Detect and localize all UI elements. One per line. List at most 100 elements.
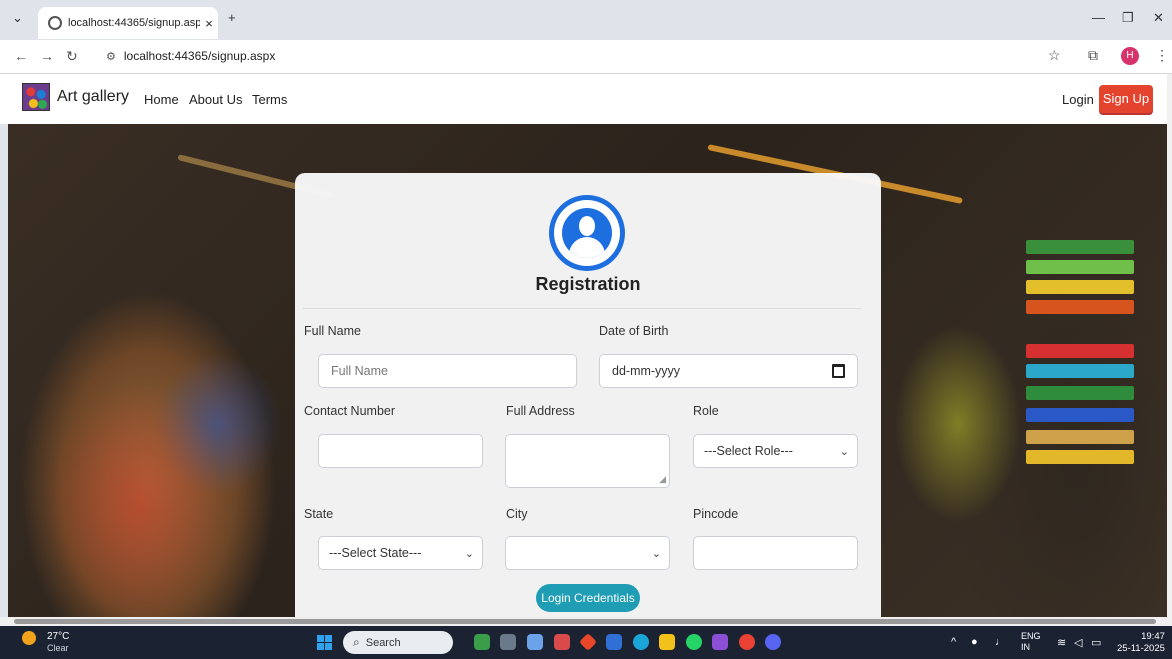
signup-button[interactable]: Sign Up [1099,85,1153,113]
clock-time: 19:47 [1141,631,1165,642]
widgets-icon[interactable] [474,634,490,650]
mcafee-icon[interactable] [554,634,570,650]
paint-stripe [1026,364,1134,378]
region-code: IN [1021,642,1030,652]
login-credentials-button[interactable]: Login Credentials [536,584,640,612]
pincode-label: Pincode [693,507,739,521]
nav-terms-link[interactable]: Terms [252,92,287,107]
url-field[interactable]: ⚙ localhost:44365/signup.aspx [100,44,1040,68]
paint-stripe [1026,260,1134,274]
brand-name[interactable]: Art gallery [57,88,129,106]
dob-field[interactable]: dd-mm-yyyy [599,354,858,388]
paint-stripe [1026,430,1134,444]
forward-icon[interactable]: → [40,48,54,64]
minimize-icon[interactable]: — [1092,10,1105,25]
language-code: ENG [1021,631,1041,641]
show-hidden-icons-icon[interactable]: ^ [951,636,956,648]
city-select[interactable]: ⌄ [505,536,670,570]
full-address-field[interactable]: ◢ [505,434,670,488]
browser-tab[interactable]: localhost:44365/signup.aspx × [38,7,218,39]
edge-icon[interactable] [633,634,649,650]
city-label: City [506,507,528,521]
tab-close-icon[interactable]: × [200,16,218,31]
dob-label: Date of Birth [599,324,669,338]
language-indicator[interactable]: ENG IN [1021,631,1041,653]
system-clock[interactable]: 19:47 25-11-2025 [1117,631,1165,655]
microphone-icon[interactable]: ♩ [995,636,1006,648]
horizontal-scrollbar[interactable] [0,617,1172,626]
calendar-icon[interactable] [832,364,845,378]
pincode-field[interactable] [693,536,858,570]
nav-home-link[interactable]: Home [144,92,179,107]
clock-date: 25-11-2025 [1117,643,1165,654]
state-select[interactable]: ---Select State--- ⌄ [318,536,483,570]
contact-number-label: Contact Number [304,404,396,418]
full-name-input[interactable] [319,355,576,387]
weather-desc: Clear [47,643,69,653]
registration-card: Registration Full Name Date of Birth dd-… [295,173,881,619]
file-explorer-icon[interactable] [659,634,675,650]
weather-temp[interactable]: 27°C [47,631,69,642]
bookmark-star-icon[interactable]: ☆ [1048,47,1061,64]
store-icon[interactable] [606,634,622,650]
user-profile-icon [549,195,625,271]
tab-search-chevron-icon[interactable]: ⌄ [12,10,23,26]
volume-icon[interactable]: ◁ [1074,636,1082,649]
extensions-icon[interactable]: ⧉ [1088,47,1098,64]
reload-icon[interactable]: ↻ [66,48,78,65]
taskbar-search[interactable]: ⌕ Search [343,631,453,654]
close-window-icon[interactable]: ✕ [1153,10,1164,26]
paint-stripe [1026,240,1134,254]
state-selected-value: ---Select State--- [329,546,422,560]
browser-menu-icon[interactable]: ⋮ [1155,47,1169,64]
whatsapp-icon[interactable] [686,634,702,650]
login-link[interactable]: Login [1062,92,1094,107]
copilot-icon[interactable] [527,634,543,650]
profile-avatar[interactable]: H [1121,47,1139,65]
paint-stripe [1026,408,1134,422]
full-name-label: Full Name [304,324,361,338]
back-icon[interactable]: ← [14,48,28,64]
state-label: State [304,507,334,521]
task-view-icon[interactable] [500,634,516,650]
site-navbar: Art gallery Home About Us Terms Login Si… [0,74,1172,124]
vertical-scrollbar[interactable] [1167,74,1172,617]
paint-stripe [1026,450,1134,464]
git-icon[interactable] [578,632,598,652]
title-divider [303,308,861,309]
role-label: Role [693,404,719,418]
chevron-down-icon: ⌄ [651,547,661,560]
art-gallery-logo[interactable] [22,83,50,111]
paint-stripe [1026,300,1134,314]
restore-icon[interactable]: ❐ [1122,10,1134,26]
battery-icon[interactable]: ▭ [1091,636,1101,649]
discord-icon[interactable] [765,634,781,650]
pincode-input[interactable] [694,537,857,569]
full-address-label: Full Address [506,404,575,418]
chrome-icon[interactable] [739,634,755,650]
tray-app-icon[interactable]: ● [971,636,978,648]
scrollbar-thumb[interactable] [14,619,1156,624]
paint-stripe [1026,386,1134,400]
paint-stripe [1026,280,1134,294]
paint-stripe [1026,344,1134,358]
weather-moon-icon[interactable] [22,631,36,645]
chevron-down-icon: ⌄ [464,547,474,560]
nav-about-link[interactable]: About Us [189,92,242,107]
start-windows-icon[interactable] [317,635,332,650]
role-select[interactable]: ---Select Role--- ⌄ [693,434,858,468]
registration-title: Registration [535,274,641,294]
full-name-field[interactable] [318,354,577,388]
site-info-icon[interactable]: ⚙ [106,50,116,63]
windows-taskbar: 27°C Clear ⌕ Search ^ ● ♩ ENG IN ≋ ◁ ▭ 1… [0,626,1172,659]
tab-title: localhost:44365/signup.aspx [68,17,200,29]
new-tab-icon[interactable]: + [228,10,236,25]
contact-number-field[interactable] [318,434,483,468]
visual-studio-icon[interactable] [712,634,728,650]
textarea-resize-handle[interactable]: ◢ [659,474,666,485]
address-bar-row: ← → ↻ ⚙ localhost:44365/signup.aspx ☆ ⧉ … [0,40,1172,74]
wifi-icon[interactable]: ≋ [1057,636,1066,649]
contact-number-input[interactable] [319,435,482,467]
browser-tab-strip: ⌄ localhost:44365/signup.aspx × + — ❐ ✕ [0,0,1172,40]
site-favicon-icon [48,16,62,30]
